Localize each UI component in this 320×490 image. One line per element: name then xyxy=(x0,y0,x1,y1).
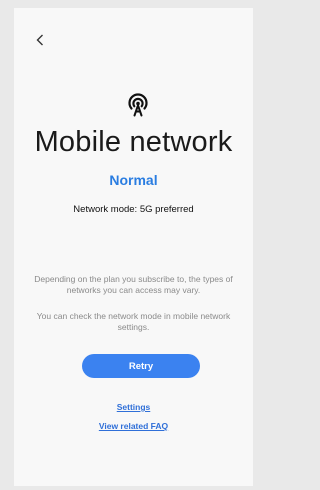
chevron-left-icon xyxy=(36,34,43,46)
plan-description: Depending on the plan you subscribe to, … xyxy=(34,274,233,295)
network-status: Normal xyxy=(109,172,158,188)
view-related-faq-link[interactable]: View related FAQ xyxy=(14,421,253,431)
mobile-network-screen: Mobile network Normal Network mode: 5G p… xyxy=(14,8,253,486)
page-title: Mobile network xyxy=(34,126,233,158)
settings-hint: You can check the network mode in mobile… xyxy=(36,311,231,332)
retry-button[interactable]: Retry xyxy=(82,354,200,378)
signal-tower-icon xyxy=(128,93,148,117)
back-button[interactable] xyxy=(32,30,48,50)
settings-link[interactable]: Settings xyxy=(14,402,253,412)
network-mode-text: Network mode: 5G preferred xyxy=(73,204,194,215)
